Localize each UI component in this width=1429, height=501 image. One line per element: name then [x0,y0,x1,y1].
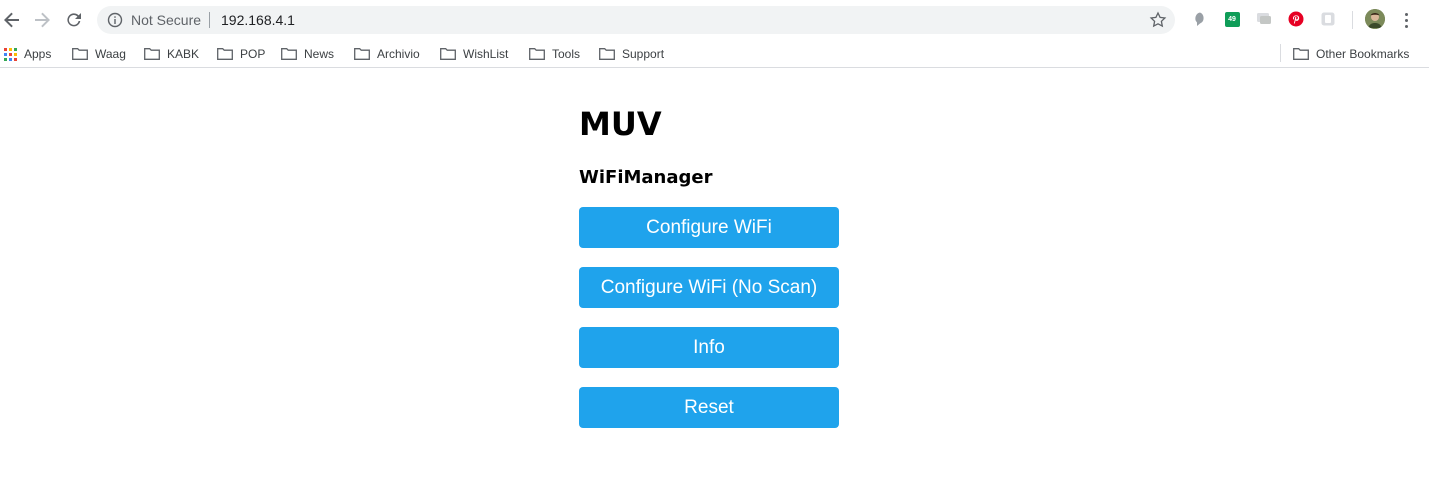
bookmarks-divider [1280,44,1281,62]
folder-icon [529,48,545,60]
folder-icon [1293,48,1309,60]
bookmark-apps[interactable]: Apps [4,44,51,64]
back-button[interactable] [0,8,24,32]
page-title: MUV [579,105,662,143]
bookmark-folder[interactable]: POP [217,44,265,64]
bookmark-label: Support [622,47,665,61]
toolbar-divider [1352,11,1353,29]
info-button[interactable]: Info [579,327,839,368]
folder-icon [354,48,370,60]
forward-arrow-icon [35,12,50,28]
bookmark-label: Tools [552,47,581,61]
forward-button[interactable] [30,8,54,32]
bookmark-label: POP [240,47,266,61]
bookmark-folder[interactable]: Waag [72,44,126,64]
security-label: Not Secure [131,12,202,28]
bookmark-star-icon[interactable] [1149,11,1167,29]
bookmark-label: KABK [167,47,200,61]
reload-icon [67,13,81,27]
bookmark-folder[interactable]: Tools [529,44,580,64]
bookmark-label: Waag [95,47,126,61]
folder-icon [217,48,233,60]
address-bar[interactable]: Not Secure 192.168.4.1 [97,6,1175,34]
bookmark-folder[interactable]: Support [599,44,664,64]
folder-icon [599,48,615,60]
badge-icon[interactable]: 49 [1224,11,1240,27]
page-subtitle: WiFiManager [579,167,713,188]
menu-icon[interactable] [1398,9,1414,31]
folder-icon [72,48,88,60]
bookmark-label: Apps [24,47,52,61]
bookmark-folder[interactable]: WishList [440,44,508,64]
bookmark-label: WishList [463,47,509,61]
bookmark-other[interactable]: Other Bookmarks [1293,44,1409,64]
reload-button[interactable] [62,8,86,32]
reset-button[interactable]: Reset [579,387,839,428]
extension-badge: 49 [1224,11,1240,27]
speech-bubble-icon[interactable] [1192,11,1208,27]
configure-wifi-no-scan-button[interactable]: Configure WiFi (No Scan) [579,267,839,308]
bookmark-label: Archivio [377,47,420,61]
configure-wifi-button[interactable]: Configure WiFi [579,207,839,248]
bookmark-folder[interactable]: News [281,44,334,64]
bookmark-label: News [304,47,335,61]
folder-icon [440,48,456,60]
folder-icon [144,48,160,60]
omnibox-divider [209,12,210,28]
avatar[interactable] [1365,9,1385,29]
bookmark-label: Other Bookmarks [1316,47,1410,61]
chat-icon[interactable] [1256,11,1272,27]
bookmark-folder[interactable]: KABK [144,44,199,64]
folder-icon [281,48,297,60]
bookmarks-bar: Apps Waag KABK POP News Archivio WishLis… [0,39,1429,68]
info-icon[interactable] [107,12,123,28]
url-text[interactable]: 192.168.4.1 [221,12,295,28]
apps-grid-icon [4,47,17,61]
back-arrow-icon [4,12,19,28]
pinterest-icon[interactable] [1288,11,1304,27]
bookmark-folder[interactable]: Archivio [354,44,420,64]
browser-toolbar: Not Secure 192.168.4.1 49 [0,0,1429,39]
b-icon[interactable] [1320,11,1336,27]
